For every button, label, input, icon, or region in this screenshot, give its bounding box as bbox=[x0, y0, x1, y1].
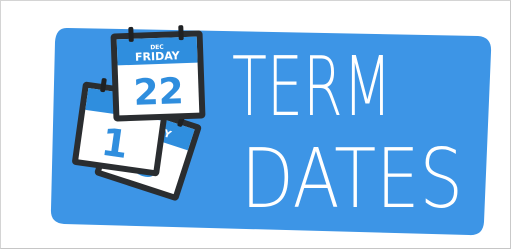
title-line-term: TERM bbox=[232, 40, 392, 135]
title-line-dates: DATES bbox=[241, 132, 463, 227]
calendar-front-dayname: FRIDAY bbox=[135, 49, 181, 64]
calendar-front-date: 22 bbox=[133, 71, 185, 114]
calendar-icon-front: DEC FRIDAY 22 bbox=[110, 25, 206, 122]
term-dates-banner: DAY 5 1 DEC FRIDAY 22 TERM DATES bbox=[50, 25, 492, 236]
